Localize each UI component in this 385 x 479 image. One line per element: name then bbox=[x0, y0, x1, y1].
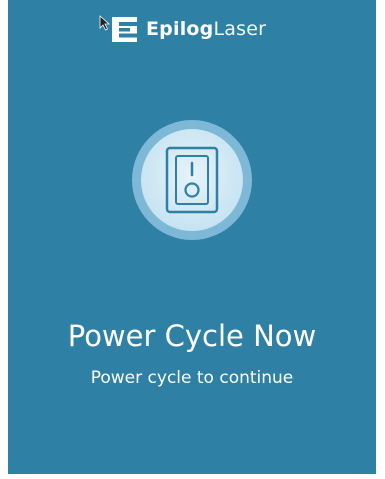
message-title: Power Cycle Now bbox=[67, 319, 317, 353]
brand-name-strong: Epilog bbox=[146, 18, 214, 40]
power-cycle-screen: EpilogLaser Power Cycle Now Power cycle … bbox=[8, 0, 376, 474]
power-switch-badge-inner bbox=[141, 129, 243, 231]
power-switch-badge bbox=[132, 120, 252, 240]
power-switch-icon bbox=[165, 146, 219, 214]
message-subtitle: Power cycle to continue bbox=[90, 368, 294, 388]
epilog-e-logo-icon bbox=[112, 16, 137, 42]
brand-name-light: Laser bbox=[213, 18, 267, 40]
epilog-laser-logo: EpilogLaser bbox=[112, 16, 266, 42]
mouse-cursor-icon bbox=[99, 15, 111, 31]
brand-name: EpilogLaser bbox=[146, 16, 266, 42]
